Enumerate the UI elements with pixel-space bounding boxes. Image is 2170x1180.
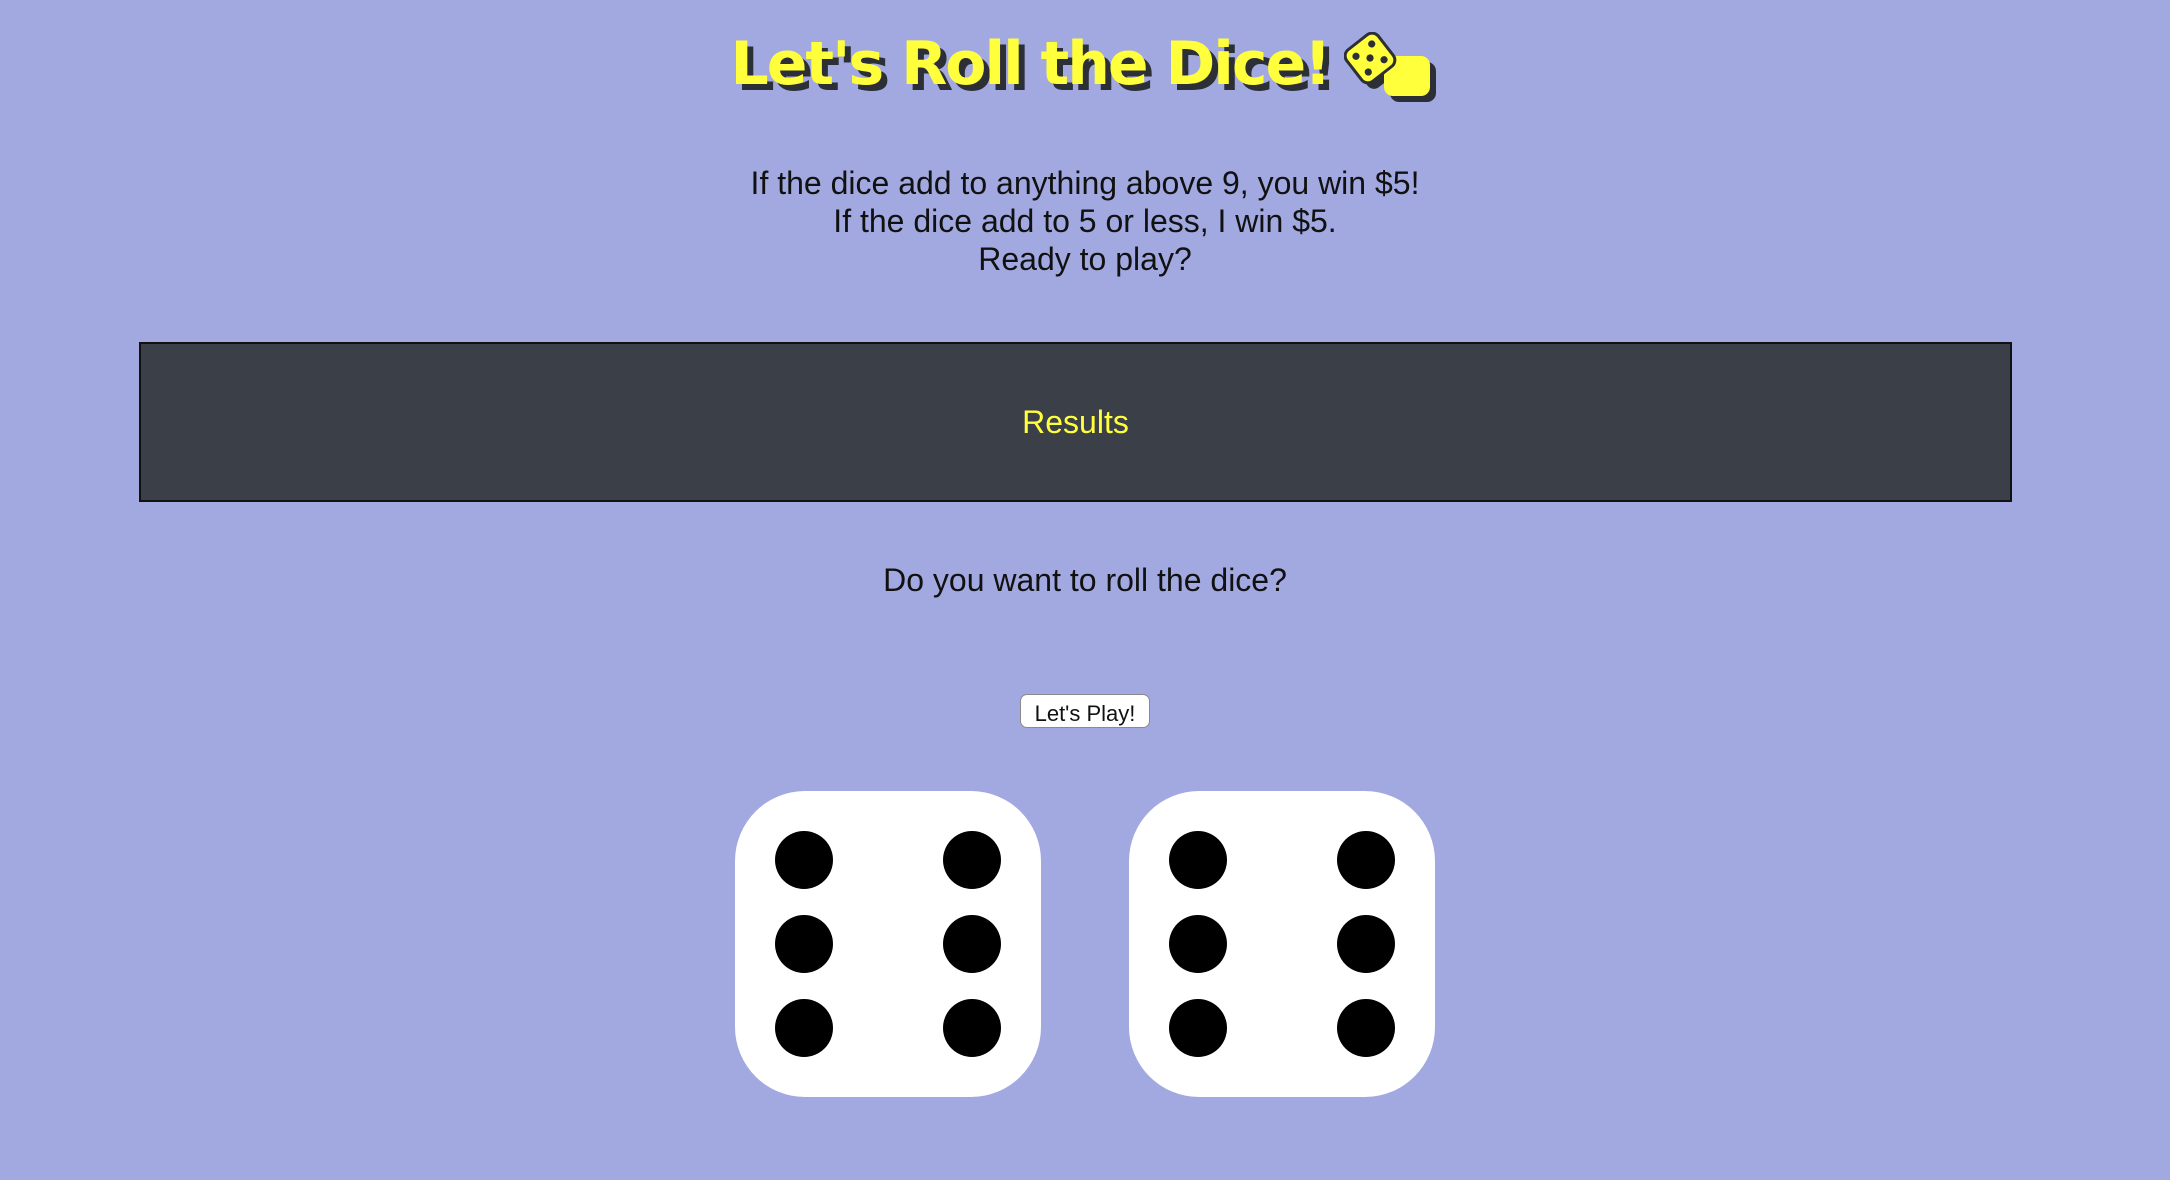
die-pip (943, 915, 1001, 973)
rules-line-lose: If the dice add to 5 or less, I win $5. (833, 203, 1337, 239)
die-pip (1169, 831, 1227, 889)
header: Let's Roll the Dice! (0, 28, 2170, 102)
page-title: Let's Roll the Dice! (730, 29, 1332, 99)
die-pip (775, 999, 833, 1057)
die-pip (1337, 999, 1395, 1057)
die-pip (1169, 915, 1227, 973)
die-pip (775, 831, 833, 889)
rules-text: If the dice add to anything above 9, you… (0, 164, 2170, 278)
lets-play-button[interactable]: Let's Play! (1019, 694, 1151, 728)
game-die-icon (1343, 31, 1440, 104)
die-pip (775, 915, 833, 973)
rules-line-win: If the dice add to anything above 9, you… (750, 165, 1420, 201)
die-right (1129, 791, 1435, 1097)
results-label: Results (1022, 403, 1129, 440)
die-left (735, 791, 1041, 1097)
die-pip (1337, 831, 1395, 889)
die-pip (1337, 915, 1395, 973)
rules-line-ready: Ready to play? (978, 241, 1192, 277)
results-panel: Results (139, 342, 2012, 502)
die-pip (943, 999, 1001, 1057)
dice-row (0, 791, 2170, 1097)
die-pip (1169, 999, 1227, 1057)
die-pip (943, 831, 1001, 889)
play-button-container: Let's Play! (0, 694, 2170, 728)
roll-question: Do you want to roll the dice? (883, 562, 1287, 598)
